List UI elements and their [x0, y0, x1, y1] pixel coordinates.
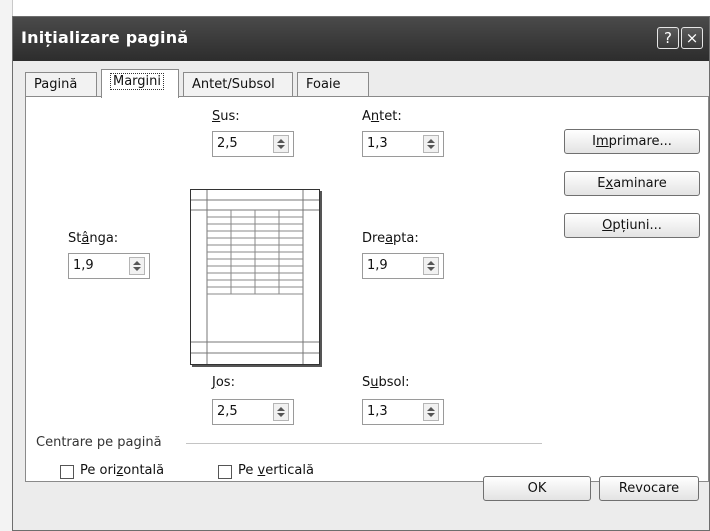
tab-label: Foaie	[306, 77, 341, 92]
spin-arrows-icon[interactable]	[129, 257, 145, 275]
bottom-margin-spinner[interactable]: 2,5	[212, 399, 294, 425]
top-margin-value[interactable]: 2,5	[217, 136, 238, 151]
footer-margin-spinner[interactable]: 1,3	[362, 399, 444, 425]
header-margin-label: Antet:	[362, 109, 402, 124]
dialog-title: Inițializare pagină	[21, 28, 189, 47]
bottom-margin-value[interactable]: 2,5	[217, 404, 238, 419]
center-vertical-label[interactable]: Pe verticală	[238, 463, 314, 478]
ok-button[interactable]: OK	[483, 476, 591, 501]
left-margin-spinner[interactable]: 1,9	[68, 253, 150, 279]
left-margin-label: Stânga:	[68, 231, 119, 246]
right-margin-value[interactable]: 1,9	[367, 258, 388, 273]
spin-arrows-icon[interactable]	[273, 135, 289, 153]
page-preview-drawing	[191, 190, 319, 364]
page-preview	[190, 189, 320, 365]
close-icon: ×	[685, 29, 699, 47]
right-margin-label: Dreapta:	[362, 231, 419, 246]
center-group-label: Centrare pe pagină	[36, 435, 162, 450]
title-bar[interactable]: Inițializare pagină ? ×	[13, 17, 709, 61]
tab-label: Margini	[110, 73, 165, 90]
center-horizontal-label[interactable]: Pe orizontală	[80, 463, 164, 478]
tab-label: Pagină	[34, 77, 78, 92]
group-divider	[186, 443, 542, 444]
spin-arrows-icon[interactable]	[273, 403, 289, 421]
tab-foaie[interactable]: Foaie	[297, 72, 369, 96]
left-margin-value[interactable]: 1,9	[73, 258, 94, 273]
spin-arrows-icon[interactable]	[423, 403, 439, 421]
header-margin-spinner[interactable]: 1,3	[362, 131, 444, 157]
help-icon: ?	[664, 29, 672, 47]
center-horizontal-checkbox[interactable]	[60, 465, 74, 479]
close-button[interactable]: ×	[681, 27, 703, 49]
options-button[interactable]: Opțiuni...	[564, 213, 700, 238]
footer-margin-label: Subsol:	[362, 375, 410, 390]
print-button[interactable]: Imprimare...	[564, 129, 700, 154]
footer-margin-value[interactable]: 1,3	[367, 404, 388, 419]
spin-arrows-icon[interactable]	[423, 257, 439, 275]
bottom-margin-label: Jos:	[212, 375, 235, 390]
top-margin-spinner[interactable]: 2,5	[212, 131, 294, 157]
header-margin-value[interactable]: 1,3	[367, 136, 388, 151]
spin-arrows-icon[interactable]	[423, 135, 439, 153]
print-preview-button[interactable]: Examinare	[564, 171, 700, 196]
tab-margini[interactable]: Margini	[101, 69, 179, 98]
center-vertical-checkbox[interactable]	[218, 465, 232, 479]
tab-antet-subsol[interactable]: Antet/Subsol	[183, 72, 293, 96]
right-margin-spinner[interactable]: 1,9	[362, 253, 444, 279]
margins-panel: Sus: 2,5 Antet: 1,3 Stânga: 1,9 Dreapta:…	[25, 96, 709, 482]
tab-pagina[interactable]: Pagină	[25, 72, 97, 96]
page-setup-dialog: Inițializare pagină ? × Pagină Margini A…	[12, 16, 710, 531]
help-button[interactable]: ?	[657, 27, 679, 49]
top-margin-label: Sus:	[212, 109, 240, 124]
tab-label: Antet/Subsol	[192, 77, 275, 92]
cancel-button[interactable]: Revocare	[599, 476, 699, 501]
